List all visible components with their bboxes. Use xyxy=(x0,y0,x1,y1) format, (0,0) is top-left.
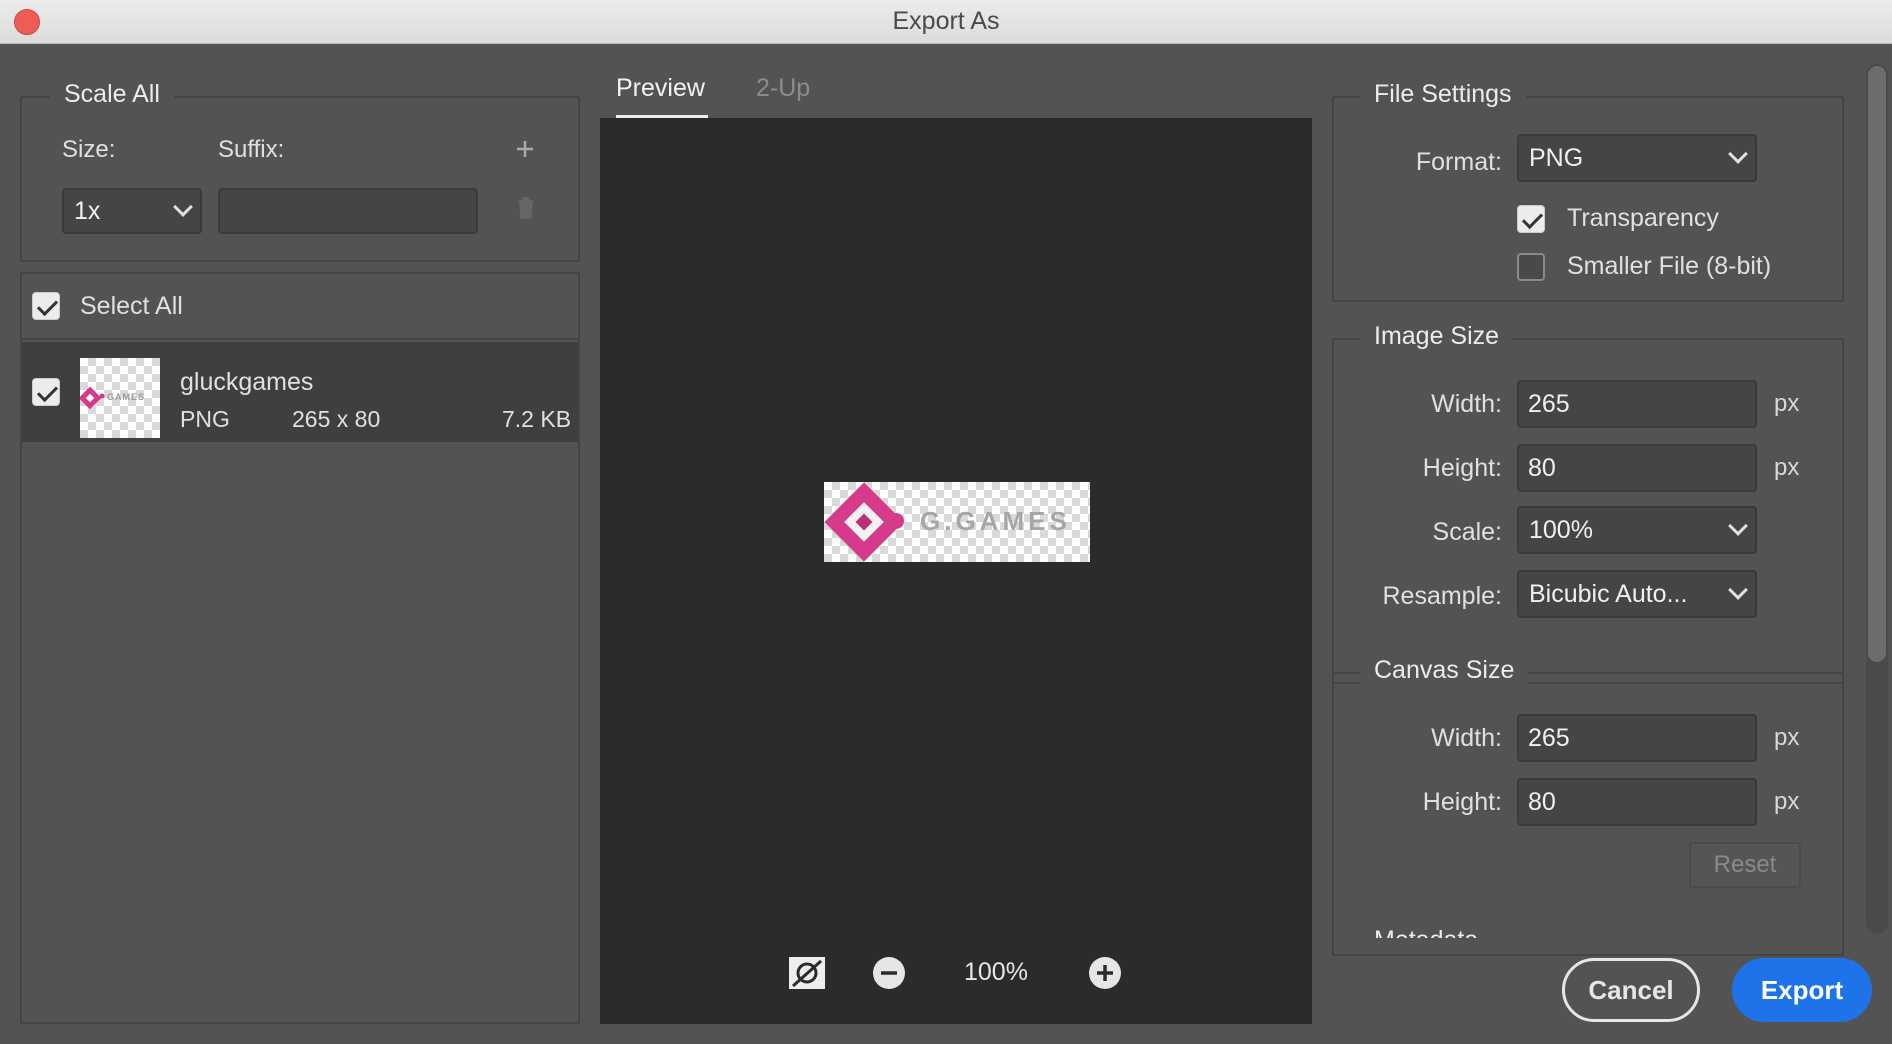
close-window-button[interactable] xyxy=(14,9,40,35)
smaller-file-checkbox[interactable] xyxy=(1517,253,1545,281)
asset-checkbox[interactable] xyxy=(32,378,60,406)
export-button[interactable]: Export xyxy=(1732,958,1872,1022)
format-label: Format: xyxy=(1415,148,1502,176)
image-width-field[interactable]: 265 xyxy=(1517,380,1757,428)
image-height-field[interactable]: 80 xyxy=(1517,444,1757,492)
suffix-label: Suffix: xyxy=(218,136,285,163)
scale-select[interactable]: 100% xyxy=(1517,506,1757,554)
suffix-input[interactable] xyxy=(218,188,478,234)
list-item[interactable]: GAMES gluckgames PNG 265 x 80 7.2 KB xyxy=(22,342,578,442)
asset-name: gluckgames xyxy=(180,368,314,396)
image-height-label: Height: xyxy=(1422,454,1502,482)
resample-select-value: Bicubic Auto... xyxy=(1529,579,1688,608)
chevron-down-icon xyxy=(1728,580,1748,600)
chevron-down-icon xyxy=(173,197,193,217)
export-dialog: Scale All Size: Suffix: 1x Select All GA… xyxy=(0,44,1892,1044)
smaller-file-label: Smaller File (8-bit) xyxy=(1567,252,1772,280)
chevron-down-icon xyxy=(1728,516,1748,536)
file-settings-legend: File Settings xyxy=(1360,80,1526,109)
resample-label: Resample: xyxy=(1382,582,1503,610)
chevron-down-icon xyxy=(1728,144,1748,164)
image-width-label: Width: xyxy=(1431,390,1502,418)
canvas-width-label: Width: xyxy=(1431,724,1502,752)
scale-select-value: 100% xyxy=(1529,515,1593,544)
canvas-width-unit: px xyxy=(1774,724,1800,751)
plus-icon[interactable] xyxy=(514,138,536,160)
asset-thumbnail: GAMES xyxy=(78,358,160,438)
resample-select[interactable]: Bicubic Auto... xyxy=(1517,570,1757,618)
transparency-label: Transparency xyxy=(1567,204,1719,232)
format-select-value: PNG xyxy=(1529,143,1584,172)
format-select[interactable]: PNG xyxy=(1517,134,1757,182)
asset-dimensions: 265 x 80 xyxy=(292,406,381,432)
size-select[interactable]: 1x xyxy=(62,188,202,234)
zoom-level: 100% xyxy=(964,958,1028,986)
zoom-in-icon[interactable] xyxy=(1088,956,1122,990)
select-all-checkbox[interactable] xyxy=(32,292,60,320)
toggle-background-icon[interactable] xyxy=(788,956,826,990)
preview-image: G.GAMES xyxy=(824,482,1090,562)
canvas-height-label: Height: xyxy=(1422,788,1502,816)
title-bar: Export As xyxy=(0,0,1892,44)
canvas-width-field[interactable]: 265 xyxy=(1517,714,1757,762)
image-height-unit: px xyxy=(1774,454,1800,481)
scale-all-group: Scale All Size: Suffix: 1x xyxy=(20,80,580,262)
size-label: Size: xyxy=(62,136,116,163)
select-all-row[interactable]: Select All xyxy=(22,274,578,340)
preview-logo-text: G.GAMES xyxy=(920,506,1071,536)
metadata-legend: Metadata xyxy=(1374,928,1478,938)
tab-preview[interactable]: Preview xyxy=(616,74,705,103)
settings-scrollbar-thumb[interactable] xyxy=(1868,66,1886,662)
scale-label: Scale: xyxy=(1432,518,1502,546)
asset-file-size: 7.2 KB xyxy=(502,406,572,432)
svg-text:GAMES: GAMES xyxy=(107,392,145,402)
tab-2-up[interactable]: 2-Up xyxy=(756,74,810,103)
canvas-height-unit: px xyxy=(1774,788,1800,815)
select-all-label: Select All xyxy=(80,292,183,320)
size-select-value: 1x xyxy=(74,196,101,225)
trash-icon[interactable] xyxy=(516,196,536,220)
asset-format: PNG xyxy=(180,406,230,432)
transparency-checkbox[interactable] xyxy=(1517,205,1545,233)
reset-button[interactable]: Reset xyxy=(1689,842,1801,888)
preview-canvas[interactable] xyxy=(600,118,1312,1024)
image-width-unit: px xyxy=(1774,390,1800,417)
zoom-out-icon[interactable] xyxy=(872,956,906,990)
canvas-height-field[interactable]: 80 xyxy=(1517,778,1757,826)
metadata-clip: Metadata xyxy=(1332,928,1844,938)
cancel-button[interactable]: Cancel xyxy=(1562,958,1700,1022)
asset-list: Select All GAMES gluckgames PNG 265 x 80… xyxy=(20,272,580,1024)
image-size-legend: Image Size xyxy=(1360,322,1514,351)
canvas-size-legend: Canvas Size xyxy=(1360,656,1529,685)
window-title: Export As xyxy=(892,7,1000,35)
scale-all-legend: Scale All xyxy=(50,80,174,109)
